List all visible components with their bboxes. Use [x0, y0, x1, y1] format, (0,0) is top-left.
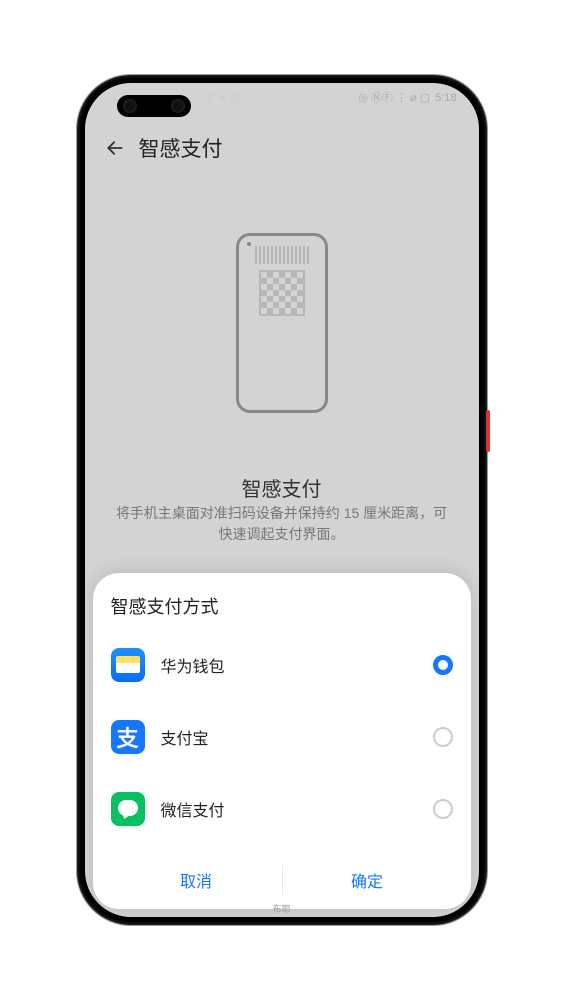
screen: ᯤ ✈ ▤ ◎ ⓃⒻ ⋮ ⌀ ▢ 5:18 智感支付 智感支付 将手机主桌面对准…: [85, 83, 479, 917]
side-button: [486, 410, 490, 452]
cancel-button[interactable]: 取消: [111, 851, 282, 909]
status-time: 5:18: [435, 93, 456, 104]
option-label: 华为钱包: [161, 653, 417, 677]
sheet-title: 智感支付方式: [111, 593, 453, 619]
wallet-icon: [111, 648, 145, 682]
option-label: 微信支付: [161, 797, 417, 821]
option-alipay[interactable]: 支 支付宝: [111, 701, 453, 773]
status-left-icons: ᯤ ✈ ▤: [205, 93, 241, 104]
qr-icon: [259, 270, 305, 316]
radio-selected-icon[interactable]: [433, 655, 453, 675]
phone-frame: ᯤ ✈ ▤ ◎ ⓃⒻ ⋮ ⌀ ▢ 5:18 智感支付 智感支付 将手机主桌面对准…: [77, 75, 487, 925]
option-label: 支付宝: [161, 725, 417, 749]
option-huawei-wallet[interactable]: 华为钱包: [111, 629, 453, 701]
radio-icon[interactable]: [433, 727, 453, 747]
camera-cutout: [117, 95, 191, 117]
back-icon[interactable]: [105, 138, 125, 158]
feature-title: 智感支付: [85, 473, 479, 502]
alipay-icon: 支: [111, 720, 145, 754]
header: 智感支付: [85, 123, 479, 173]
confirm-button[interactable]: 确定: [282, 851, 453, 909]
barcode-icon: [255, 246, 309, 264]
radio-icon[interactable]: [433, 799, 453, 819]
status-left-glyphs: ᯤ ✈ ▤: [205, 93, 241, 104]
wechat-icon: [111, 792, 145, 826]
status-right-glyphs: ◎ ⓃⒻ ⋮ ⌀ ▢: [358, 93, 430, 104]
watermark: 布耶: [272, 902, 290, 915]
page-title: 智感支付: [139, 133, 223, 163]
sheet-actions: 取消 确定: [111, 851, 453, 909]
feature-illustration: [236, 233, 328, 413]
payment-method-sheet: 智感支付方式 华为钱包 支 支付宝 微信支付 取消 确定: [93, 573, 471, 909]
status-right: ◎ ⓃⒻ ⋮ ⌀ ▢ 5:18: [358, 93, 456, 104]
option-wechat-pay[interactable]: 微信支付: [111, 773, 453, 845]
feature-description: 将手机主桌面对准扫码设备并保持约 15 厘米距离，可快速调起支付界面。: [115, 503, 449, 545]
